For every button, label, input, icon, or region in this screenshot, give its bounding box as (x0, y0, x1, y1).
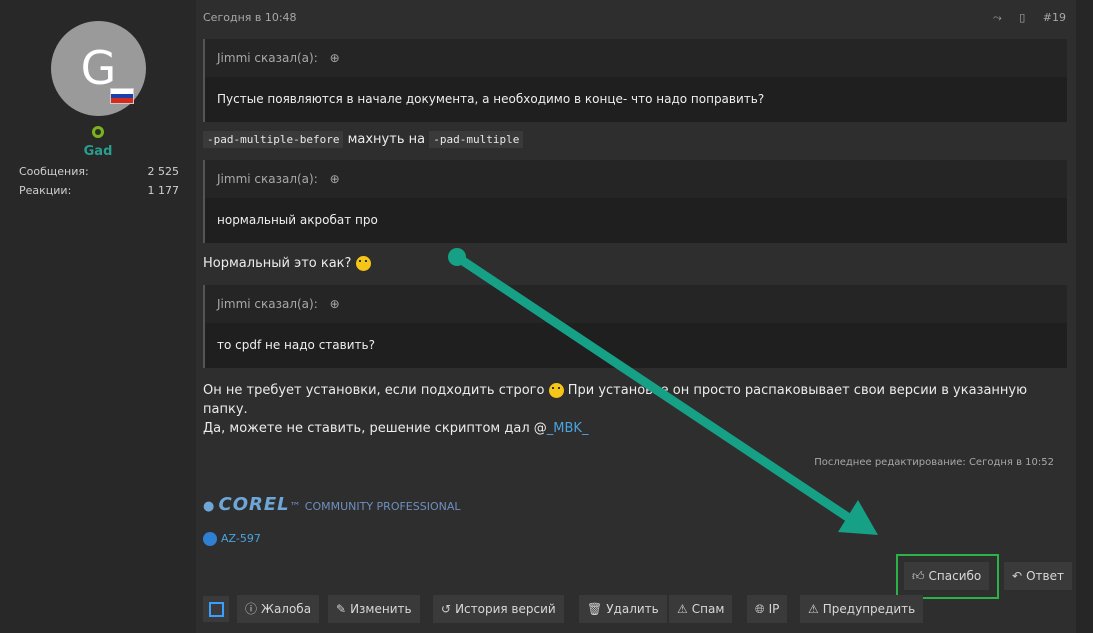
quote-text: нормальный акробат про (217, 213, 378, 227)
bookmark-icon[interactable]: ▯ (1019, 11, 1025, 24)
trash-icon: 🗑︎ (587, 602, 603, 616)
jump-up-icon[interactable]: ⊕ (330, 297, 340, 311)
russia-flag-icon (110, 88, 134, 104)
history-icon: ↺ (441, 602, 452, 616)
online-status-icon (92, 126, 104, 138)
post-date[interactable]: Сегодня в 10:48 (203, 11, 297, 24)
quote-3: Jimmi сказал(а): ⊕ то cpdf не надо стави… (203, 285, 1067, 368)
ip-button[interactable]: 🌐︎ IP (747, 595, 788, 623)
reactions-stat: Реакции: 1 177 (19, 184, 179, 197)
balloon-icon: ● (203, 499, 215, 514)
quote-2: Jimmi сказал(а): ⊕ нормальный акробат пр… (203, 160, 1067, 243)
quote-header[interactable]: Jimmi сказал(а): ⊕ (205, 39, 1067, 77)
paragraph: Нормальный это как? (203, 256, 371, 271)
highlight-box (896, 554, 999, 599)
paragraph: Он не требует установки, если подходить … (203, 383, 1028, 436)
delete-button[interactable]: 🗑︎ Удалить (579, 595, 667, 623)
history-button[interactable]: ↺ История версий (433, 595, 564, 623)
quote-header[interactable]: Jimmi сказал(а): ⊕ (205, 160, 1067, 198)
globe-icon: 🌐︎ (755, 602, 765, 616)
quote-text: Пустые появляются в начале документа, а … (217, 92, 765, 106)
jump-up-icon[interactable]: ⊕ (330, 51, 340, 65)
post-number[interactable]: #19 (1043, 11, 1066, 24)
mention-link[interactable]: _MBK_ (547, 421, 589, 436)
post-tools: ⤳ ▯ #19 (979, 11, 1066, 25)
like-icon (203, 532, 217, 546)
edit-icon: ✎ (336, 602, 347, 616)
jump-up-icon[interactable]: ⊕ (330, 172, 340, 186)
inline-code: -pad-multiple-before (203, 131, 344, 148)
spam-button[interactable]: ⚠ Спам (669, 595, 733, 623)
messages-stat: Сообщения: 2 525 (19, 165, 179, 178)
code-line: -pad-multiple-before махнуть на -pad-mul… (203, 131, 524, 148)
user-sidebar: G Gad Сообщения: 2 525 Реакции: 1 177 (0, 0, 196, 633)
reply-button[interactable]: ↶ Ответ (1004, 562, 1072, 590)
reactions-bar[interactable]: AZ-597 (203, 532, 261, 546)
signature: ● COREL™ COMMUNITY PROFESSIONAL (203, 494, 461, 515)
username-link[interactable]: Gad (0, 144, 196, 159)
quote-1: Jimmi сказал(а): ⊕ Пустые появляются в н… (203, 39, 1067, 122)
warning-icon: ⚠ (677, 602, 688, 616)
post: Сегодня в 10:48 ⤳ ▯ #19 Jimmi сказал(а):… (196, 0, 1076, 633)
alert-icon: ⓘ (245, 602, 258, 616)
edit-button[interactable]: ✎ Изменить (328, 595, 420, 623)
quote-header[interactable]: Jimmi сказал(а): ⊕ (205, 285, 1067, 323)
share-icon[interactable]: ⤳ (993, 11, 1002, 24)
quote-text: то cpdf не надо ставить? (217, 338, 375, 352)
smiley-icon (355, 256, 371, 271)
reply-icon: ↶ (1012, 569, 1023, 583)
smiley-icon (548, 383, 564, 398)
inline-code: -pad-multiple (429, 131, 524, 148)
report-button[interactable]: ⓘ Жалоба (237, 595, 320, 623)
warning-icon: ⚠ (808, 602, 819, 616)
warn-button[interactable]: ⚠ Предупредить (800, 595, 924, 623)
last-edited: Последнее редактирование: Сегодня в 10:5… (814, 457, 1054, 468)
select-checkbox[interactable] (203, 596, 229, 622)
